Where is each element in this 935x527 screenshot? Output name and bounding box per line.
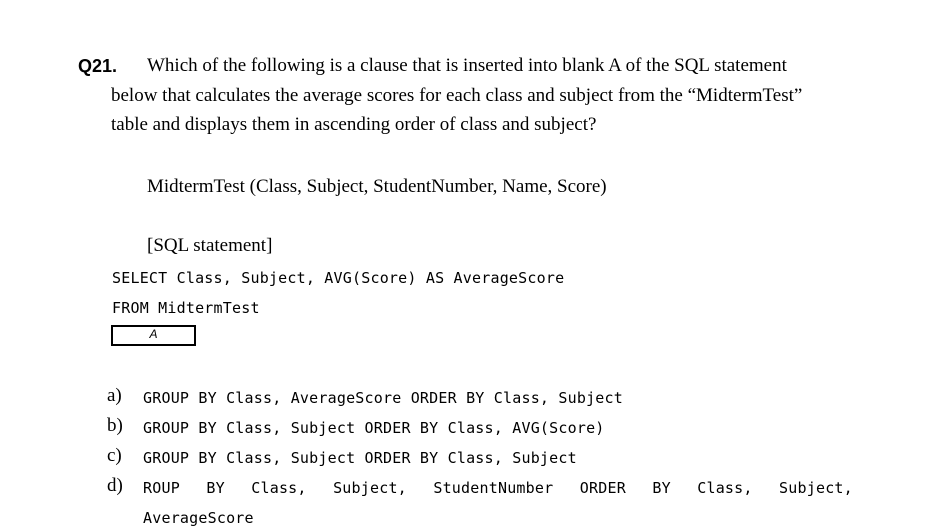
option-b-text: GROUP BY Class, Subject ORDER BY Class, … [143,419,605,437]
option-d-word: BY [652,479,671,497]
question-number: Q21. [78,56,118,76]
sql-from-line: FROM MidtermTest [112,299,260,317]
blank-a-box: A [111,325,196,346]
option-a-letter: a) [107,385,122,406]
table-definition: MidtermTest (Class, Subject, StudentNumb… [147,176,607,197]
sql-statement-heading: [SQL statement] [147,235,273,256]
question-text-line-2: below that calculates the average scores… [111,85,803,106]
option-d-word: Subject, [333,479,407,497]
option-d-word: Class, [697,479,753,497]
option-d-word: ROUP [143,479,180,497]
option-c-letter: c) [107,445,122,466]
option-d-word: Class, [251,479,307,497]
option-c-text: GROUP BY Class, Subject ORDER BY Class, … [143,449,577,467]
question-text-line-3: table and displays them in ascending ord… [111,114,597,135]
option-d-continuation: AverageScore [143,509,254,527]
option-d-word: BY [206,479,225,497]
option-d-word: Subject, [779,479,853,497]
question-text-line-1: Which of the following is a clause that … [147,55,787,76]
option-b-letter: b) [107,415,123,436]
option-d-word: ORDER [579,479,626,497]
option-a-text: GROUP BY Class, AverageScore ORDER BY Cl… [143,389,623,407]
blank-a-label: A [149,327,158,341]
sql-select-line: SELECT Class, Subject, AVG(Score) AS Ave… [112,269,565,287]
option-d-text: ROUP BY Class, Subject, StudentNumber OR… [143,479,853,497]
option-d-word: StudentNumber [433,479,554,497]
option-d-letter: d) [107,475,123,496]
